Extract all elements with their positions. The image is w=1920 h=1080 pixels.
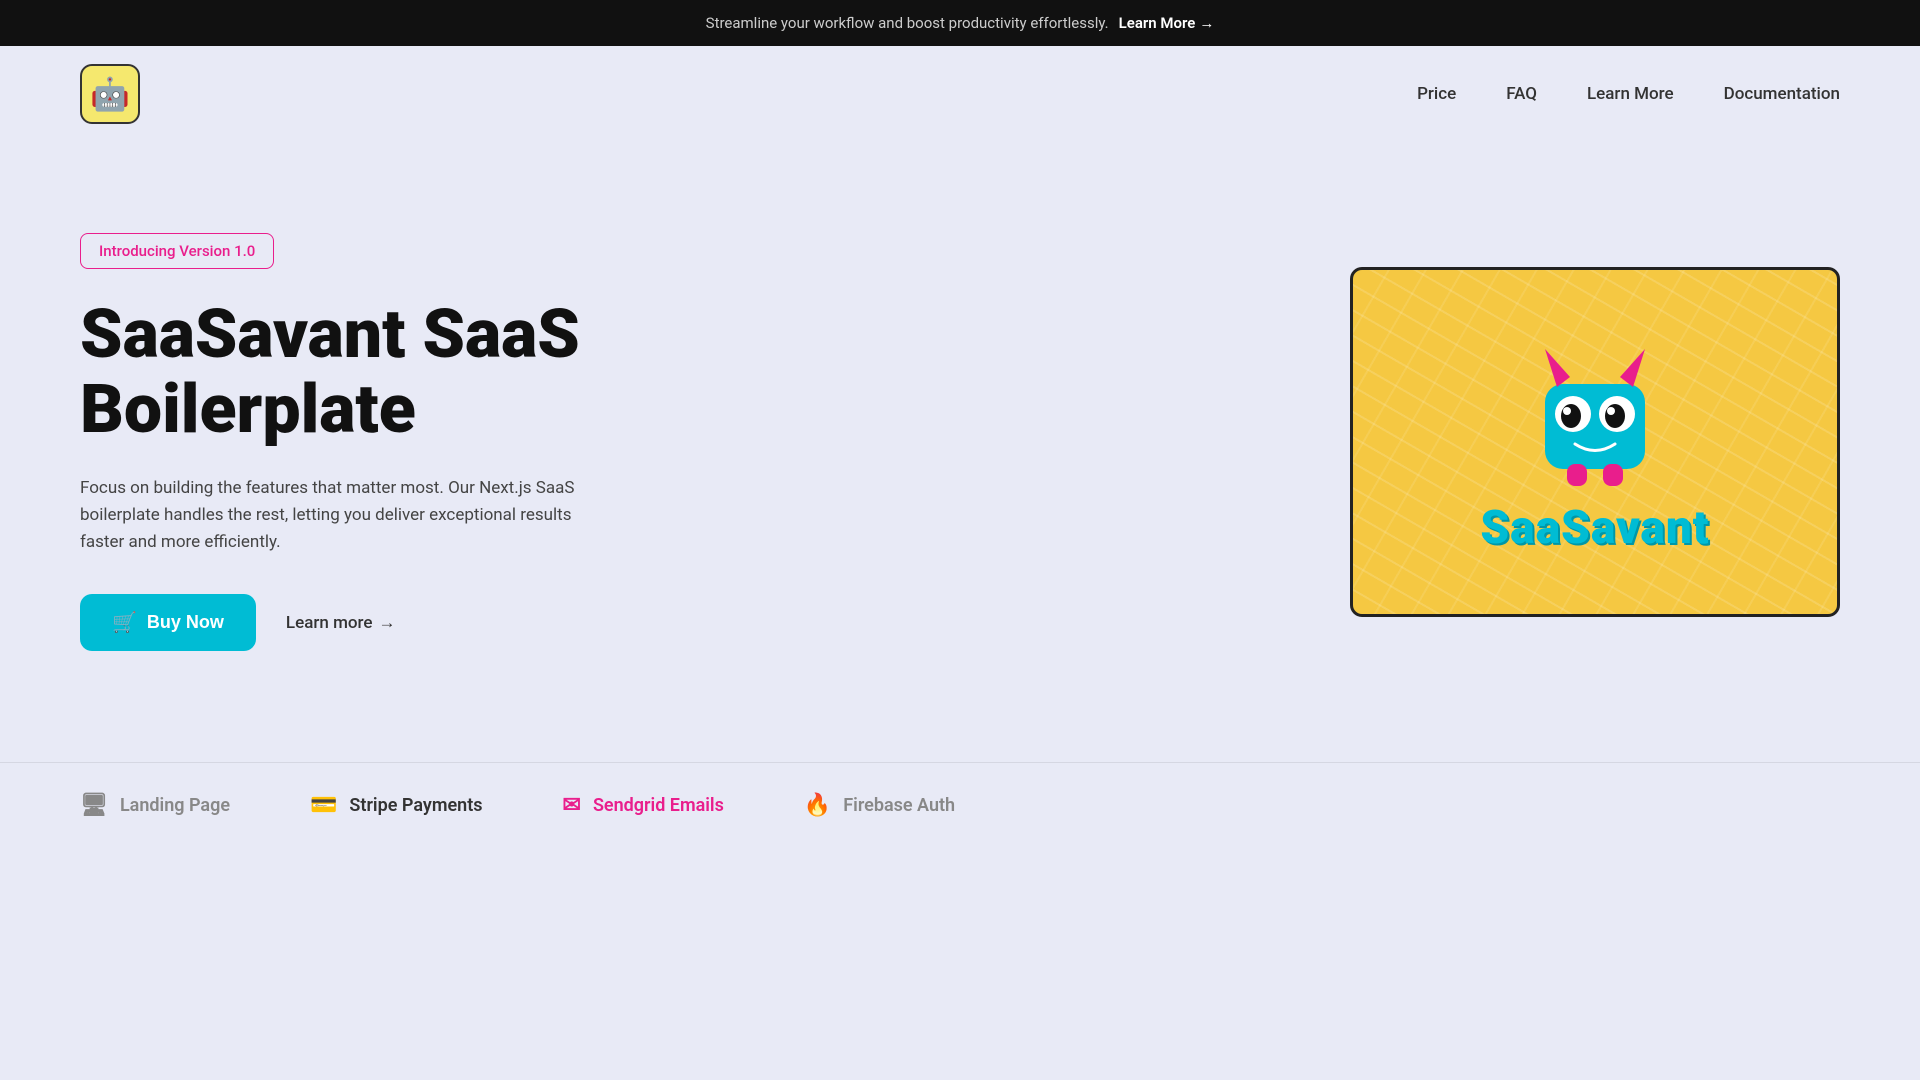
hero-right: SaaSavant: [1350, 267, 1840, 617]
nav-links: Price FAQ Learn More Documentation: [1417, 84, 1840, 104]
nav-documentation[interactable]: Documentation: [1724, 84, 1840, 104]
learn-more-link[interactable]: Learn more →: [286, 613, 396, 633]
firebase-icon: 🔥: [804, 793, 831, 818]
navbar: 🤖 Price FAQ Learn More Documentation: [0, 46, 1920, 142]
features-bar: 🖥 Landing Page 💳 Stripe Payments ✉ Sendg…: [0, 762, 1920, 848]
feature-stripe: 💳 Stripe Payments: [310, 793, 482, 818]
feature-firebase-label: Firebase Auth: [843, 795, 955, 816]
hero-left: Introducing Version 1.0 SaaSavant SaaS B…: [80, 233, 580, 651]
feature-landing-label: Landing Page: [120, 795, 230, 816]
feature-firebase: 🔥 Firebase Auth: [804, 793, 955, 818]
version-badge: Introducing Version 1.0: [80, 233, 274, 269]
landing-icon: 🖥: [80, 793, 108, 818]
hero-section: Introducing Version 1.0 SaaSavant SaaS B…: [0, 142, 1920, 762]
logo-icon: 🤖: [90, 75, 130, 113]
stripe-icon: 💳: [310, 793, 337, 818]
announcement-text: Streamline your workflow and boost produ…: [706, 14, 1109, 32]
feature-sendgrid: ✉ Sendgrid Emails: [563, 793, 724, 818]
buy-icon: 🛒: [112, 610, 137, 635]
hero-description: Focus on building the features that matt…: [80, 475, 580, 557]
brand-text-image: SaaSavant: [1480, 501, 1709, 555]
monster-illustration: [1515, 329, 1675, 489]
nav-price[interactable]: Price: [1417, 84, 1456, 104]
feature-sendgrid-label: Sendgrid Emails: [593, 795, 724, 816]
feature-landing: 🖥 Landing Page: [80, 793, 230, 818]
hero-image: SaaSavant: [1350, 267, 1840, 617]
logo[interactable]: 🤖: [80, 64, 140, 124]
nav-faq[interactable]: FAQ: [1506, 84, 1537, 104]
feature-stripe-label: Stripe Payments: [349, 795, 482, 816]
announcement-learn-more[interactable]: Learn More →: [1119, 14, 1215, 32]
nav-learn-more[interactable]: Learn More: [1587, 84, 1674, 104]
buy-now-button[interactable]: 🛒 Buy Now: [80, 594, 256, 651]
announcement-bar: Streamline your workflow and boost produ…: [0, 0, 1920, 46]
hero-title: SaaSavant SaaS Boilerplate: [80, 297, 580, 447]
hero-actions: 🛒 Buy Now Learn more →: [80, 594, 580, 651]
sendgrid-icon: ✉: [563, 793, 581, 818]
